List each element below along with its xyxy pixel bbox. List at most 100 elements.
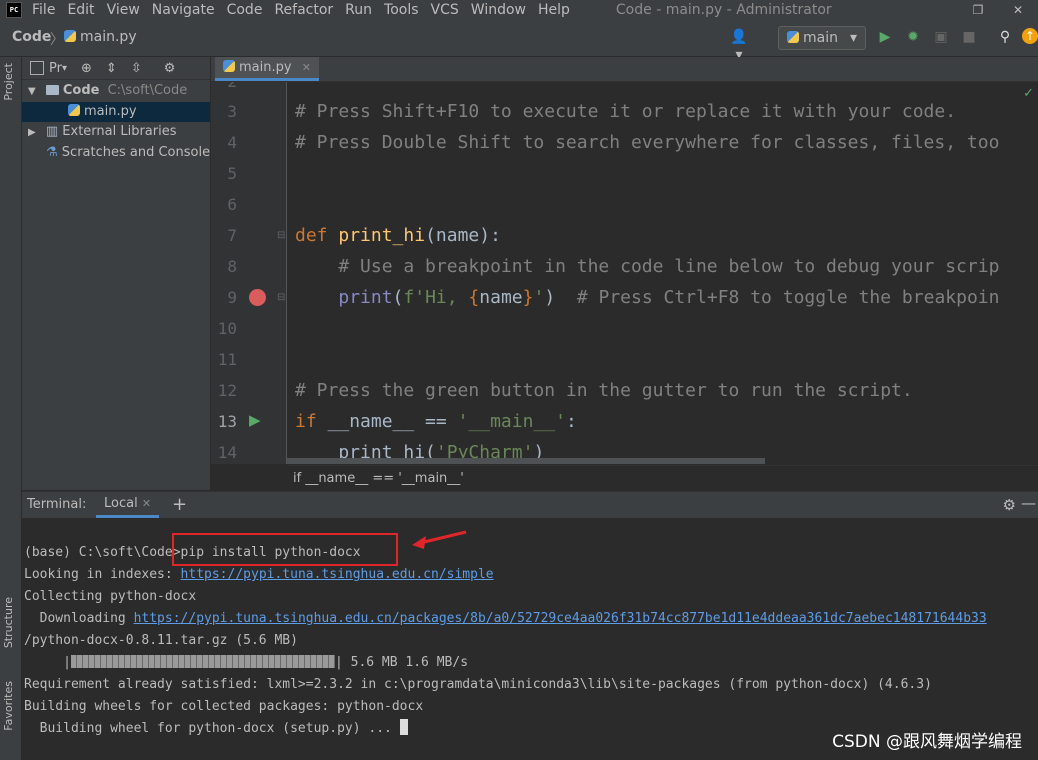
- code-line-4: # Press Double Shift to search everywher…: [295, 132, 1000, 153]
- terminal-line: | | 5.6 MB 1.6 MB/s: [24, 652, 468, 674]
- terminal-label: Terminal:: [27, 497, 87, 512]
- debug-icon[interactable]: ✹: [904, 28, 922, 46]
- code-token: ): [544, 287, 577, 308]
- project-view-label[interactable]: Pr: [49, 61, 62, 76]
- tree-item-external-libraries[interactable]: ▶ ▥ External Libraries: [22, 122, 210, 142]
- run-icon[interactable]: ▶: [876, 28, 894, 46]
- pycharm-logo-icon: PC: [6, 2, 22, 18]
- terminal-text: Downloading: [24, 611, 134, 626]
- tree-item-code-path: C:\soft\Code: [107, 83, 188, 98]
- close-window-icon[interactable]: ✕: [998, 0, 1038, 20]
- line-number: 9: [227, 288, 237, 307]
- terminal-line: Building wheels for collected packages: …: [24, 699, 424, 714]
- menu-window[interactable]: Window: [471, 2, 526, 18]
- navigation-bar: Code 〉 main.py 👤▾ main ▾ ▶ ✹ ▣ ■ ⚲ ↑: [0, 20, 1038, 63]
- restore-window-icon[interactable]: ❐: [958, 0, 998, 20]
- project-panel: Pr ▾ ⊕ ⇕ ⇳ ⚙ ▼ Code C:\soft\Code main.py …: [22, 57, 211, 490]
- editor-breadcrumb[interactable]: if __name__ == '__main__': [293, 471, 464, 486]
- breadcrumb-file-label: main.py: [80, 29, 137, 45]
- menu-bar: PC File Edit View Navigate Code Refactor…: [0, 0, 1038, 20]
- python-file-icon: [64, 30, 76, 42]
- code-token: {: [468, 287, 480, 308]
- annotation-highlight-box: [172, 533, 398, 566]
- structure-tool-tab[interactable]: Structure: [2, 597, 15, 648]
- locate-icon[interactable]: ⊕: [81, 61, 92, 76]
- chevron-down-icon[interactable]: ▾: [62, 63, 67, 74]
- chevron-right-icon[interactable]: ▶: [28, 127, 36, 138]
- editor-tab-bar: main.py ✕: [211, 57, 1038, 82]
- coverage-icon[interactable]: ▣: [932, 28, 950, 46]
- terminal-line: Requirement already satisfied: lxml>=2.3…: [24, 677, 932, 692]
- line-number: 5: [227, 164, 237, 183]
- chevron-down-icon[interactable]: ▼: [28, 86, 36, 97]
- scratches-icon: ⚗: [46, 145, 58, 160]
- run-gutter-icon[interactable]: ▶: [249, 411, 261, 429]
- code-area[interactable]: # Press Shift+F10 to execute it or repla…: [287, 82, 1038, 464]
- code-token: :: [565, 411, 577, 432]
- menu-view[interactable]: View: [107, 2, 140, 18]
- menu-refactor[interactable]: Refactor: [274, 2, 333, 18]
- terminal-line: Building wheel for python-docx (setup.py…: [24, 718, 408, 740]
- menu-navigate[interactable]: Navigate: [152, 2, 215, 18]
- user-icon[interactable]: 👤▾: [730, 28, 748, 63]
- terminal-cursor: [399, 719, 408, 735]
- close-tab-icon[interactable]: ✕: [142, 497, 151, 510]
- line-number: 7: [227, 226, 237, 245]
- horizontal-scrollbar[interactable]: [287, 458, 765, 464]
- editor-tab-main-py[interactable]: main.py ✕: [215, 57, 319, 81]
- code-token: }: [522, 287, 534, 308]
- terminal-tab-local[interactable]: Local ✕: [96, 492, 160, 518]
- inspection-ok-icon[interactable]: ✓: [1023, 86, 1034, 101]
- terminal-line: Looking in indexes: https://pypi.tuna.ts…: [24, 564, 494, 586]
- tree-item-scratches-label: Scratches and Consoles: [61, 145, 210, 160]
- line-number: 11: [217, 350, 237, 369]
- menu-tools[interactable]: Tools: [384, 2, 419, 18]
- code-line-12: # Press the green button in the gutter t…: [295, 380, 913, 401]
- watermark: CSDN @跟风舞烟学编程: [832, 732, 1022, 752]
- breadcrumb-project[interactable]: Code: [12, 29, 51, 45]
- menu-code[interactable]: Code: [227, 2, 263, 18]
- library-icon: ▥: [45, 124, 59, 139]
- expand-all-icon[interactable]: ⇕: [106, 61, 117, 76]
- code-token: (name):: [425, 225, 501, 246]
- project-tool-tab[interactable]: Project: [2, 63, 15, 101]
- code-line-13: if __name__ == '__main__':: [295, 406, 577, 437]
- menu-edit[interactable]: Edit: [67, 2, 94, 18]
- line-number: 3: [227, 102, 237, 121]
- breakpoint-icon[interactable]: [249, 289, 266, 306]
- gear-icon[interactable]: ⚙: [164, 61, 176, 76]
- minimize-panel-icon[interactable]: —: [1021, 494, 1036, 512]
- breadcrumb-file[interactable]: main.py: [64, 29, 137, 45]
- close-tab-icon[interactable]: ✕: [302, 61, 311, 74]
- terminal-text: Looking in indexes:: [24, 567, 181, 582]
- search-icon[interactable]: ⚲: [996, 28, 1014, 46]
- fold-icon[interactable]: ⊟: [277, 292, 285, 303]
- fold-icon[interactable]: ⊟: [277, 230, 285, 241]
- project-view-icon: [30, 61, 44, 75]
- menu-run[interactable]: Run: [345, 2, 372, 18]
- package-url-link[interactable]: https://pypi.tuna.tsinghua.edu.cn/packag…: [134, 611, 987, 626]
- menu-help[interactable]: Help: [538, 2, 570, 18]
- python-icon: [787, 31, 799, 43]
- code-line-8: # Use a breakpoint in the code line belo…: [295, 256, 1000, 277]
- terminal-text: Building wheel for python-docx (setup.py…: [24, 721, 400, 736]
- tree-item-scratches[interactable]: ⚗ Scratches and Consoles: [22, 143, 210, 163]
- terminal-tab-label: Local: [104, 496, 138, 511]
- run-config-dropdown[interactable]: main ▾: [778, 26, 866, 50]
- string-token: '__main__': [457, 411, 566, 432]
- update-icon[interactable]: ↑: [1022, 28, 1038, 44]
- tree-item-main-py[interactable]: main.py: [22, 102, 210, 122]
- menu-file[interactable]: File: [32, 2, 55, 18]
- tree-item-code[interactable]: ▼ Code C:\soft\Code: [22, 81, 210, 101]
- menu-vcs[interactable]: VCS: [431, 2, 459, 18]
- tree-item-code-label: Code: [62, 83, 100, 98]
- stop-icon[interactable]: ■: [960, 28, 978, 46]
- string-token: ': [533, 287, 545, 308]
- editor-gutter[interactable]: 2 3 4 5 6 7 8 9 10 11 12 13 14 ▶ ⊟ ⊟: [211, 82, 287, 464]
- add-terminal-icon[interactable]: +: [172, 494, 187, 515]
- index-url-link[interactable]: https://pypi.tuna.tsinghua.edu.cn/simple: [181, 567, 494, 582]
- collapse-all-icon[interactable]: ⇳: [131, 61, 142, 76]
- favorites-tool-tab[interactable]: Favorites: [2, 681, 15, 731]
- gear-icon[interactable]: ⚙: [1003, 496, 1016, 514]
- terminal-text: | 5.6 MB 1.6 MB/s: [334, 655, 469, 670]
